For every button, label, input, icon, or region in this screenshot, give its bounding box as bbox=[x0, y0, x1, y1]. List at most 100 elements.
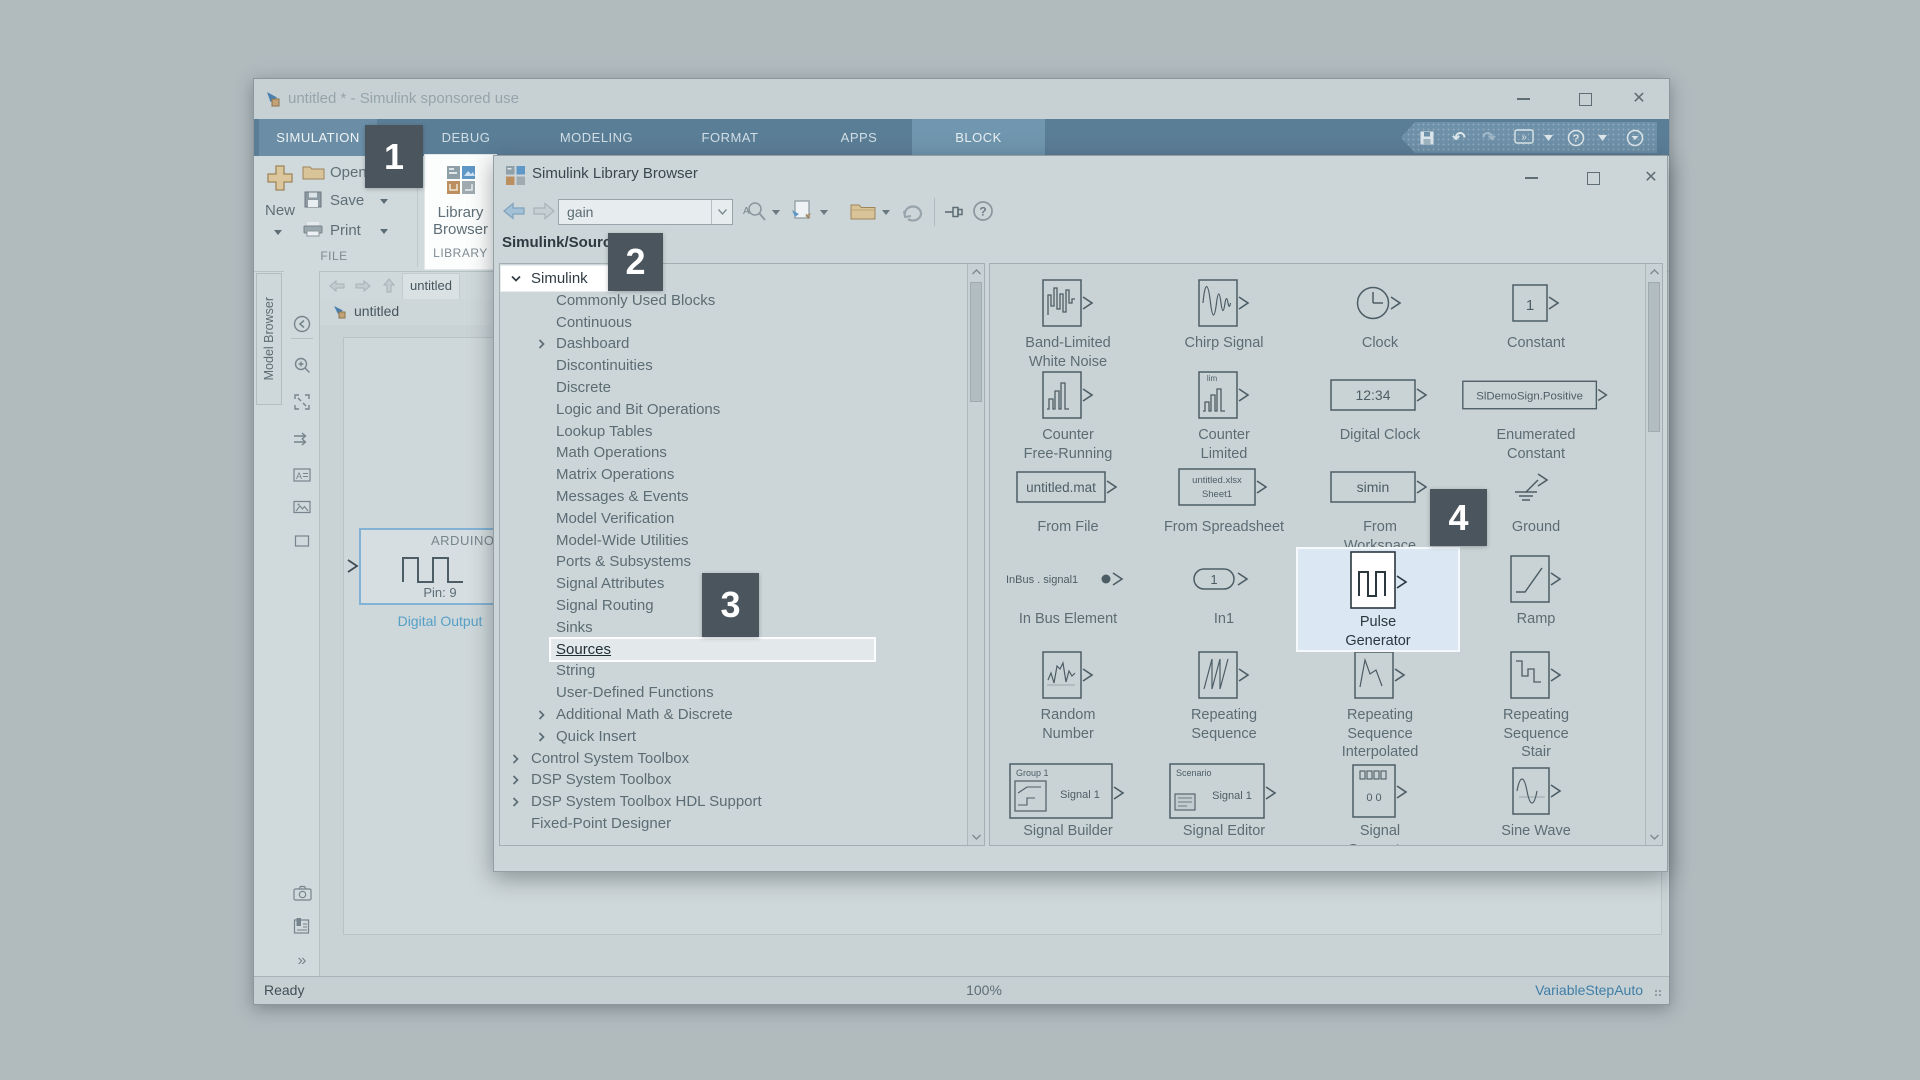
tree-item-discontinuities[interactable]: Discontinuities bbox=[500, 355, 966, 377]
undo-icon[interactable]: ↶ bbox=[1447, 122, 1471, 153]
chevron-right-icon[interactable] bbox=[510, 774, 521, 786]
tree-item-dsp-system-toolbox-hdl-support[interactable]: DSP System Toolbox HDL Support bbox=[500, 791, 966, 813]
search-history-dropdown-icon[interactable] bbox=[711, 200, 732, 224]
chevron-right-icon[interactable] bbox=[536, 709, 547, 721]
tree-item-user-defined-functions[interactable]: User-Defined Functions bbox=[500, 682, 966, 704]
save-button[interactable]: Save bbox=[330, 192, 364, 209]
pin-icon[interactable] bbox=[944, 205, 966, 219]
zoom-region-icon[interactable] bbox=[292, 355, 312, 375]
tab-simulation[interactable]: SIMULATION bbox=[259, 119, 377, 156]
solver-link[interactable]: VariableStepAuto bbox=[1535, 982, 1643, 998]
block-enumerated-constant[interactable]: SlDemoSign.PositiveEnumeratedConstant bbox=[1461, 366, 1611, 463]
new-dropdown-icon[interactable] bbox=[274, 230, 282, 235]
tab-block[interactable]: BLOCK bbox=[912, 119, 1045, 156]
minimize-button[interactable] bbox=[1506, 85, 1540, 113]
scroll-down-icon[interactable] bbox=[1646, 829, 1662, 845]
tree-item-model-verification[interactable]: Model Verification bbox=[500, 508, 966, 530]
lb-minimize-button[interactable] bbox=[1514, 164, 1548, 192]
scroll-up-icon[interactable] bbox=[1646, 264, 1662, 280]
breadcrumb[interactable]: untitled bbox=[354, 303, 399, 319]
block-chirp-signal[interactable]: Chirp Signal bbox=[1149, 274, 1299, 353]
block-repeating-sequence-stair[interactable]: RepeatingSequenceStair bbox=[1461, 646, 1611, 762]
close-button[interactable]: ✕ bbox=[1622, 85, 1656, 113]
more-tools-icon[interactable]: » bbox=[292, 951, 312, 971]
block-in-bus-element[interactable]: InBus . signal1In Bus Element bbox=[993, 550, 1143, 629]
title-bar[interactable]: untitled * - Simulink sponsored use ✕ bbox=[254, 79, 1669, 120]
save-icon[interactable] bbox=[1415, 122, 1439, 153]
block-signal-editor[interactable]: ScenarioSignal 1Signal Editor bbox=[1149, 762, 1299, 841]
tree-item-quick-insert[interactable]: Quick Insert bbox=[500, 726, 966, 748]
search-input[interactable] bbox=[559, 200, 715, 224]
open-button[interactable]: Open bbox=[330, 164, 367, 181]
canvas-tab-untitled[interactable]: untitled bbox=[402, 273, 460, 299]
block-band-limited-white-noise[interactable]: Band-LimitedWhite Noise bbox=[993, 274, 1143, 371]
tree-item-additional-math-discrete[interactable]: Additional Math & Discrete bbox=[500, 704, 966, 726]
tree-item-commonly-used-blocks[interactable]: Commonly Used Blocks bbox=[500, 290, 966, 312]
print-dropdown-icon[interactable] bbox=[380, 229, 388, 234]
new-model-dropdown-icon[interactable] bbox=[820, 210, 828, 215]
tree-item-dashboard[interactable]: Dashboard bbox=[500, 333, 966, 355]
block-random-number[interactable]: RandomNumber bbox=[993, 646, 1143, 743]
lb-maximize-button[interactable] bbox=[1576, 164, 1610, 192]
resize-grip[interactable] bbox=[1654, 989, 1663, 998]
area-box-icon[interactable] bbox=[292, 531, 312, 551]
tree-item-discrete[interactable]: Discrete bbox=[500, 377, 966, 399]
tree-item-messages-events[interactable]: Messages & Events bbox=[500, 486, 966, 508]
tree-item-simulink[interactable]: Simulink bbox=[500, 268, 966, 290]
help-icon[interactable]: ? bbox=[1565, 122, 1587, 153]
run-icon[interactable]: » bbox=[1511, 122, 1537, 153]
library-browser-button[interactable]: Library Browser LIBRARY bbox=[424, 154, 497, 270]
chevron-down-icon[interactable] bbox=[510, 273, 522, 284]
tree-item-ports-subsystems[interactable]: Ports & Subsystems bbox=[500, 551, 966, 573]
block-from-spreadsheet[interactable]: untitled.xlsxSheet1From Spreadsheet bbox=[1149, 458, 1299, 537]
tree-item-continuous[interactable]: Continuous bbox=[500, 312, 966, 334]
model-browser-tab[interactable]: Model Browser bbox=[256, 273, 282, 405]
block-repeating-sequence-interpolated[interactable]: RepeatingSequenceInterpolated bbox=[1305, 646, 1455, 762]
chevron-right-icon[interactable] bbox=[510, 753, 521, 765]
search-options-icon[interactable]: A bbox=[741, 199, 767, 225]
block-digital-clock[interactable]: 12:34Digital Clock bbox=[1305, 366, 1455, 445]
tree-item-lookup-tables[interactable]: Lookup Tables bbox=[500, 421, 966, 443]
print-button[interactable]: Print bbox=[330, 222, 361, 239]
tree-item-logic-and-bit-operations[interactable]: Logic and Bit Operations bbox=[500, 399, 966, 421]
maximize-button[interactable] bbox=[1568, 85, 1602, 113]
tree-item-sources[interactable]: Sources bbox=[500, 639, 966, 661]
redo-icon[interactable]: ↷ bbox=[1477, 122, 1501, 153]
tree-item-control-system-toolbox[interactable]: Control System Toolbox bbox=[500, 748, 966, 770]
blocks-scrollbar[interactable] bbox=[1645, 264, 1662, 845]
tab-modeling[interactable]: MODELING bbox=[539, 119, 654, 156]
nav-back-icon[interactable] bbox=[328, 279, 346, 293]
tab-debug[interactable]: DEBUG bbox=[416, 119, 516, 156]
refresh-icon[interactable] bbox=[900, 200, 925, 224]
block-counter-limited[interactable]: limCounterLimited bbox=[1149, 366, 1299, 463]
tree-item-matrix-operations[interactable]: Matrix Operations bbox=[500, 464, 966, 486]
nav-forward-icon[interactable] bbox=[354, 279, 372, 293]
annotation-icon[interactable]: A bbox=[292, 465, 312, 485]
folder-dropdown-icon[interactable] bbox=[882, 210, 890, 215]
block-in1[interactable]: 1In1 bbox=[1149, 550, 1299, 629]
nav-up-icon[interactable] bbox=[382, 277, 396, 294]
new-model-from-library-icon[interactable] bbox=[790, 198, 816, 224]
tab-format[interactable]: FORMAT bbox=[680, 119, 780, 156]
viewer-icon[interactable] bbox=[292, 916, 312, 936]
search-box[interactable] bbox=[558, 199, 733, 225]
chevron-right-icon[interactable] bbox=[536, 731, 547, 743]
tab-apps[interactable]: APPS bbox=[819, 119, 899, 156]
chevron-right-icon[interactable] bbox=[536, 338, 547, 350]
camera-icon[interactable] bbox=[292, 882, 312, 902]
block-signal-generator[interactable]: 0 0SignalGenerator bbox=[1305, 762, 1455, 846]
hide-toolstrip-icon[interactable] bbox=[292, 314, 312, 334]
back-icon[interactable] bbox=[502, 201, 526, 221]
scrollbar-thumb[interactable] bbox=[970, 282, 982, 402]
block-sine-wave[interactable]: Sine Wave bbox=[1461, 762, 1611, 841]
tree-item-string[interactable]: String bbox=[500, 660, 966, 682]
tree-item-math-operations[interactable]: Math Operations bbox=[500, 442, 966, 464]
tree-item-fixed-point-designer[interactable]: Fixed-Point Designer bbox=[500, 813, 966, 835]
lb-help-icon[interactable]: ? bbox=[972, 200, 994, 222]
scroll-up-icon[interactable] bbox=[968, 264, 984, 280]
block-clock[interactable]: Clock bbox=[1305, 274, 1455, 353]
scroll-down-icon[interactable] bbox=[968, 829, 984, 845]
new-button[interactable]: New bbox=[254, 202, 306, 219]
minimize-ribbon-icon[interactable] bbox=[1623, 122, 1647, 153]
tree-scrollbar[interactable] bbox=[967, 264, 984, 845]
